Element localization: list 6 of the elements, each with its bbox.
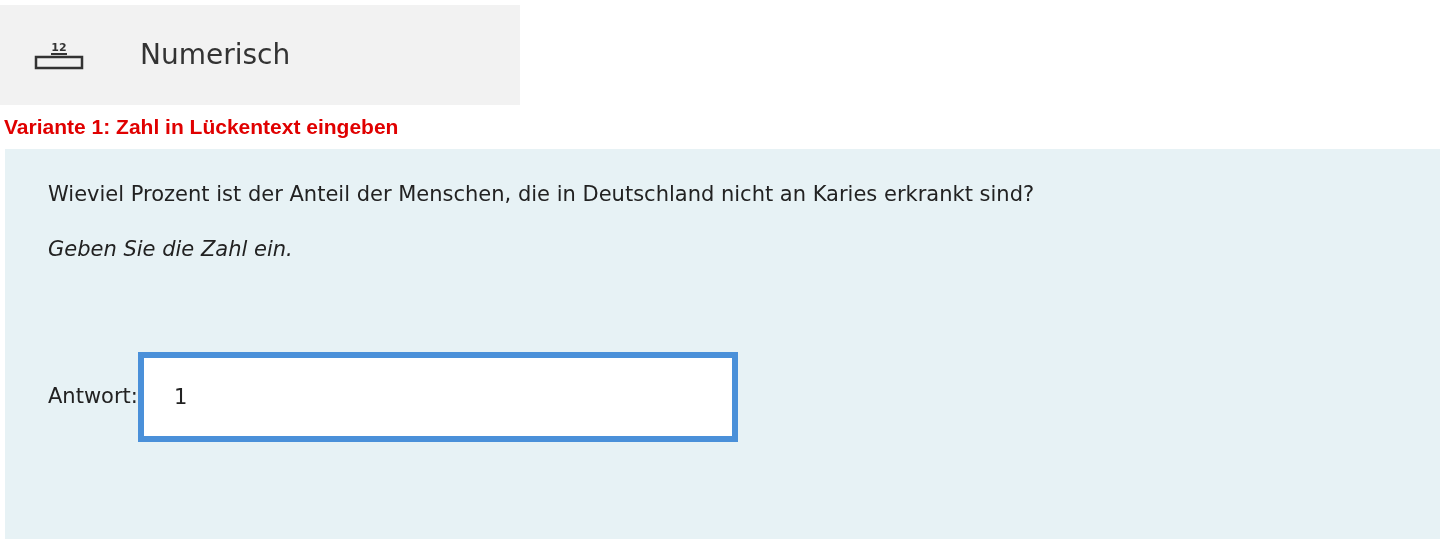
instruction-text: Geben Sie die Zahl ein. [48, 236, 294, 263]
question-text: Wieviel Prozent ist der Anteil der Menschen, die in Deutschland nicht an Karies erkrankt sind? [48, 180, 1036, 208]
variant-heading: Variante 1: Zahl in Lückentext eingeben [4, 114, 400, 140]
answer-field[interactable]: 1 [137, 351, 738, 442]
question-type-button[interactable]: 12 Numerisch [0, 5, 520, 105]
answer-label: Antwort: [48, 382, 138, 410]
